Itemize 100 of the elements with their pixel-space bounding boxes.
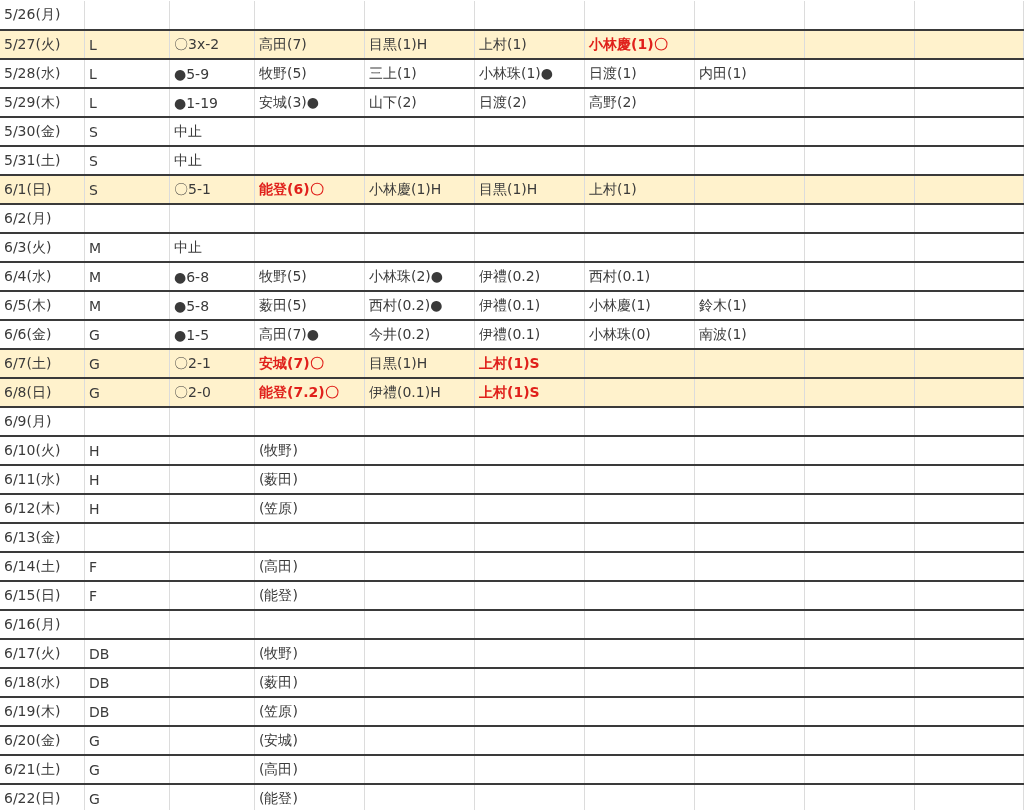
table-cell: 6/2(月) [4, 209, 52, 228]
table-cell: 6/13(金) [4, 528, 61, 547]
table-cell: 伊禮(0.2) [479, 267, 541, 286]
table-cell: 日渡(1) [589, 64, 637, 83]
table-cell: ●5-8 [174, 297, 210, 314]
table-cell: 5/30(金) [4, 122, 61, 141]
table-cell: 安城(3)● [259, 93, 320, 112]
table-cell: 目黒(1)H [479, 180, 538, 199]
table-cell: (高田) [259, 760, 298, 779]
table-cell: 6/1(日) [4, 180, 52, 199]
table-cell: 伊禮(0.1)H [369, 383, 441, 402]
table-cell: 6/20(金) [4, 731, 61, 750]
table-cell: DB [89, 703, 110, 720]
table-cell: DB [89, 645, 110, 662]
table-cell: G [89, 326, 100, 343]
table-cell: ●5-9 [174, 65, 210, 82]
table-cell: 6/17(火) [4, 644, 61, 663]
table-cell: 伊禮(0.1) [479, 325, 541, 344]
table-cell: 小林慶(1) [589, 296, 651, 315]
table-cell: S [89, 123, 98, 140]
table-cell: 南波(1) [699, 325, 747, 344]
table-cell: 小林慶(1)〇 [589, 35, 668, 54]
table-cell: (笠原) [259, 499, 298, 518]
table-cell: G [89, 761, 100, 778]
table-cell: G [89, 355, 100, 372]
table-cell: 牧野(5) [259, 267, 307, 286]
table-cell: 5/28(水) [4, 64, 61, 83]
table-cell: 高田(7)● [259, 325, 320, 344]
table-cell: (安城) [259, 731, 298, 750]
table-cell: 小林珠(0) [589, 325, 651, 344]
table-cell: 西村(0.2)● [369, 296, 443, 315]
table-cell: 6/4(水) [4, 267, 52, 286]
table-cell: M [89, 297, 102, 314]
table-cell: 5/31(土) [4, 151, 61, 170]
table-cell: 牧野(5) [259, 64, 307, 83]
table-cell: 〇2-0 [174, 383, 211, 402]
table-cell: 目黒(1)H [369, 35, 428, 54]
table-cell: S [89, 181, 98, 198]
table-cell: 上村(1) [589, 180, 637, 199]
table-cell: 今井(0.2) [369, 325, 431, 344]
table-cell: DB [89, 674, 110, 691]
table-cell: H [89, 471, 100, 488]
table-cell: 小林珠(1)● [479, 64, 554, 83]
table-cell: 薮田(5) [259, 296, 307, 315]
table-cell: H [89, 442, 100, 459]
table-cell: G [89, 732, 100, 749]
table-cell: 〇3x-2 [174, 35, 220, 54]
table-cell: 山下(2) [369, 93, 417, 112]
table-cell: (能登) [259, 789, 298, 808]
table-cell: (笠原) [259, 702, 298, 721]
table-cell: (薮田) [259, 470, 298, 489]
table-cell: 小林珠(2)● [369, 267, 444, 286]
table-cell: 伊禮(0.1) [479, 296, 541, 315]
table-cell: 5/26(月) [4, 6, 61, 24]
table-cell: 高野(2) [589, 93, 637, 112]
table-cell: 上村(1)S [479, 354, 540, 373]
table-cell: 鈴木(1) [699, 296, 747, 315]
table-cell: 6/5(木) [4, 296, 52, 315]
table-cell: 5/29(木) [4, 93, 61, 112]
table-cell: 西村(0.1) [589, 267, 651, 286]
table-cell: 6/22(日) [4, 789, 61, 808]
table-cell: G [89, 384, 100, 401]
table-cell: 6/19(木) [4, 702, 61, 721]
table-cell: ●6-8 [174, 268, 210, 285]
table-cell: 能登(6)〇 [259, 180, 324, 199]
table-cell: 6/14(土) [4, 557, 61, 576]
table-cell: 5/27(火) [4, 35, 61, 54]
table-cell: 日渡(2) [479, 93, 527, 112]
table-cell: 小林慶(1)H [369, 180, 442, 199]
table-cell: 6/18(水) [4, 673, 61, 692]
table-cell: 高田(7) [259, 35, 307, 54]
table-cell: 6/12(木) [4, 499, 61, 518]
table-cell: (能登) [259, 586, 298, 605]
table-cell: M [89, 268, 102, 285]
table-cell: 中止 [174, 122, 202, 141]
table-cell: 〇5-1 [174, 180, 211, 199]
table-cell: L [89, 36, 97, 53]
table-cell: (牧野) [259, 441, 298, 460]
table-cell: L [89, 65, 97, 82]
table-cell: 6/3(火) [4, 238, 52, 257]
table-cell: 6/6(金) [4, 325, 52, 344]
table-cell: 6/16(月) [4, 615, 61, 634]
table-cell: H [89, 500, 100, 517]
table-cell: (牧野) [259, 644, 298, 663]
table-cell: 上村(1)S [479, 383, 540, 402]
table-cell: 上村(1) [479, 35, 527, 54]
table-cell: L [89, 94, 97, 111]
table-cell: 6/11(水) [4, 470, 61, 489]
table-cell: 6/21(土) [4, 760, 61, 779]
table-cell: 〇2-1 [174, 354, 211, 373]
table-cell: 6/8(日) [4, 383, 52, 402]
table-cell: 目黒(1)H [369, 354, 428, 373]
table-cell: (薮田) [259, 673, 298, 692]
table-cell: ●1-19 [174, 94, 218, 111]
table-cell: ●1-5 [174, 326, 210, 343]
table-cell: G [89, 790, 100, 807]
table-cell: 6/7(土) [4, 354, 52, 373]
table-cell: (高田) [259, 557, 298, 576]
table-cell: M [89, 239, 102, 256]
table-cell: 能登(7.2)〇 [259, 383, 339, 402]
